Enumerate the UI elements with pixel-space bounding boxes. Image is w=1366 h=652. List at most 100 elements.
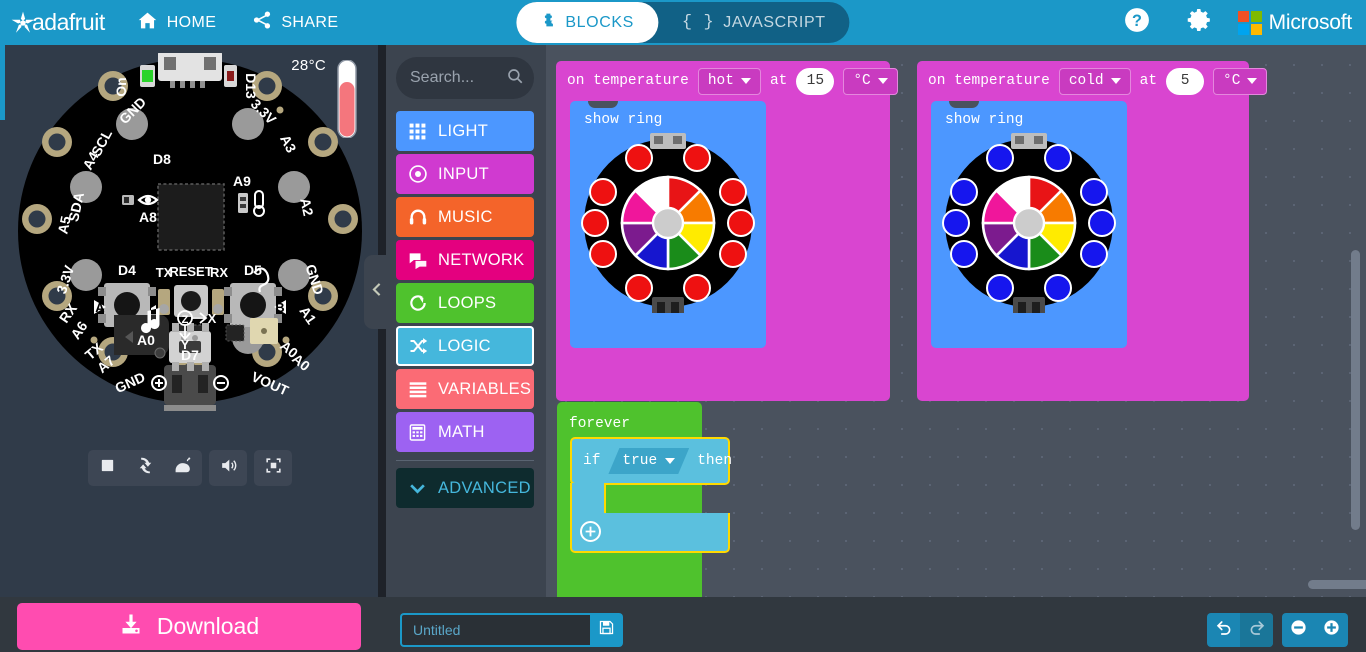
- svg-text:Y: Y: [181, 337, 190, 352]
- sim-view-group: [254, 450, 292, 486]
- category-advanced[interactable]: ADVANCED: [396, 468, 534, 508]
- if-block-footer[interactable]: [570, 513, 730, 553]
- category-loops[interactable]: LOOPS: [396, 283, 534, 323]
- category-logic-label: LOGIC: [438, 336, 491, 355]
- project-name-input[interactable]: [400, 613, 590, 647]
- category-advanced-label: ADVANCED: [438, 478, 531, 497]
- search-input[interactable]: [410, 69, 506, 87]
- category-music[interactable]: MUSIC: [396, 197, 534, 237]
- threshold-input[interactable]: 15: [796, 67, 835, 95]
- tab-blocks[interactable]: BLOCKS: [516, 2, 658, 43]
- stop-button[interactable]: [88, 450, 126, 486]
- category-light[interactable]: LIGHT: [396, 111, 534, 151]
- mute-button[interactable]: [209, 450, 247, 486]
- chevron-down-icon: [1247, 78, 1258, 84]
- restart-button[interactable]: [126, 450, 164, 486]
- workspace-vertical-scrollbar[interactable]: [1351, 250, 1360, 530]
- plus-circle-icon: [1322, 618, 1341, 642]
- chevron-down-icon: [665, 458, 675, 464]
- condition-dropdown[interactable]: hot: [697, 67, 761, 95]
- tab-javascript[interactable]: { } JAVASCRIPT: [658, 2, 850, 43]
- block-on-temperature-hot[interactable]: on temperature hot at 15 °C show ring: [556, 61, 898, 401]
- shuffle-icon: [407, 336, 428, 357]
- download-button[interactable]: Download: [17, 603, 361, 650]
- then-label: then: [697, 453, 733, 469]
- undo-redo-group: [1207, 613, 1273, 647]
- unit-value: °C: [853, 73, 871, 89]
- target-icon: [407, 164, 428, 185]
- settings-button[interactable]: [1168, 0, 1230, 45]
- headphones-icon: [407, 207, 428, 228]
- speaker-icon: [219, 456, 238, 480]
- hat-header[interactable]: on temperature hot at 15 °C: [556, 61, 898, 101]
- condition-boolean-dropdown[interactable]: true: [608, 448, 689, 474]
- blocks-toolbox: LIGHT INPUT MUSIC: [386, 45, 546, 597]
- help-button[interactable]: ?: [1106, 0, 1168, 45]
- category-input[interactable]: INPUT: [396, 154, 534, 194]
- share-button[interactable]: SHARE: [234, 0, 356, 45]
- condition-value: true: [622, 453, 658, 469]
- adafruit-star-logo: [10, 10, 36, 36]
- curly-braces-icon: { }: [681, 13, 715, 32]
- svg-text:On: On: [113, 77, 129, 96]
- undo-button[interactable]: [1207, 613, 1240, 647]
- led-ring-picker-hot[interactable]: [578, 133, 758, 313]
- save-project-button[interactable]: [590, 613, 623, 647]
- toolbox-collapse-handle[interactable]: [364, 255, 390, 329]
- block-show-ring[interactable]: show ring: [570, 101, 766, 348]
- tab-javascript-label: JAVASCRIPT: [723, 13, 826, 31]
- blocks-workspace[interactable]: on temperature hot at 15 °C show ring on…: [546, 45, 1366, 597]
- led-ring-picker-cold[interactable]: [939, 133, 1119, 313]
- block-if-then[interactable]: if true then: [570, 437, 733, 485]
- unit-dropdown[interactable]: °C: [1213, 67, 1268, 95]
- adafruit-brand[interactable]: adafruit: [0, 0, 119, 45]
- svg-text:A0: A0: [137, 332, 155, 348]
- project-name-group: [400, 613, 623, 647]
- microsoft-logo-link[interactable]: Microsoft: [1230, 0, 1366, 45]
- share-icon: [252, 10, 272, 35]
- threshold-input[interactable]: 5: [1166, 67, 1205, 95]
- if-block-spine[interactable]: [570, 483, 606, 515]
- redo-button[interactable]: [1240, 613, 1273, 647]
- slow-motion-button[interactable]: [164, 450, 202, 486]
- calculator-icon: [407, 422, 428, 443]
- speech-bubbles-icon: [407, 250, 428, 271]
- hat-text-2: at: [769, 73, 788, 89]
- zoom-in-button[interactable]: [1315, 613, 1348, 647]
- hat-footer: [556, 373, 890, 401]
- unit-dropdown[interactable]: °C: [843, 67, 898, 95]
- category-network[interactable]: NETWORK: [396, 240, 534, 280]
- condition-dropdown[interactable]: cold: [1058, 67, 1131, 95]
- sim-playback-group: [88, 450, 202, 486]
- redo-arrow-icon: [1248, 619, 1266, 642]
- block-notch: [949, 101, 979, 108]
- microsoft-logo: [1237, 10, 1262, 35]
- hat-header[interactable]: on temperature cold at 5 °C: [917, 61, 1268, 101]
- add-branch-button[interactable]: [580, 521, 601, 542]
- block-on-temperature-cold[interactable]: on temperature cold at 5 °C show ring: [917, 61, 1268, 401]
- header-right-group: ? Microsoft: [1106, 0, 1366, 45]
- unit-value: °C: [1223, 73, 1241, 89]
- toolbox-divider: [396, 460, 534, 461]
- search-icon[interactable]: [506, 67, 524, 90]
- category-math[interactable]: MATH: [396, 412, 534, 452]
- chevron-down-icon: [877, 78, 888, 84]
- svg-text:TX: TX: [156, 265, 173, 280]
- search-box[interactable]: [396, 57, 534, 99]
- workspace-horizontal-scrollbar[interactable]: [1308, 580, 1366, 589]
- minus-circle-icon: [1289, 618, 1308, 642]
- category-variables[interactable]: VARIABLES: [396, 369, 534, 409]
- svg-text:?: ?: [1132, 12, 1142, 30]
- home-button[interactable]: HOME: [119, 0, 235, 45]
- category-math-label: MATH: [438, 422, 485, 441]
- snail-icon: [174, 456, 193, 480]
- zoom-out-button[interactable]: [1282, 613, 1315, 647]
- category-logic[interactable]: LOGIC: [396, 326, 534, 366]
- expand-icon: [264, 456, 283, 480]
- block-show-ring[interactable]: show ring: [931, 101, 1127, 348]
- hat-text-2: at: [1139, 73, 1158, 89]
- circuit-playground-board[interactable]: On D13 GND 3.3V SCL A4 A3 SDA A5 A2 3.3V…: [12, 51, 368, 421]
- category-loops-label: LOOPS: [438, 293, 497, 312]
- svg-text:D13: D13: [243, 73, 259, 99]
- fullscreen-button[interactable]: [254, 450, 292, 486]
